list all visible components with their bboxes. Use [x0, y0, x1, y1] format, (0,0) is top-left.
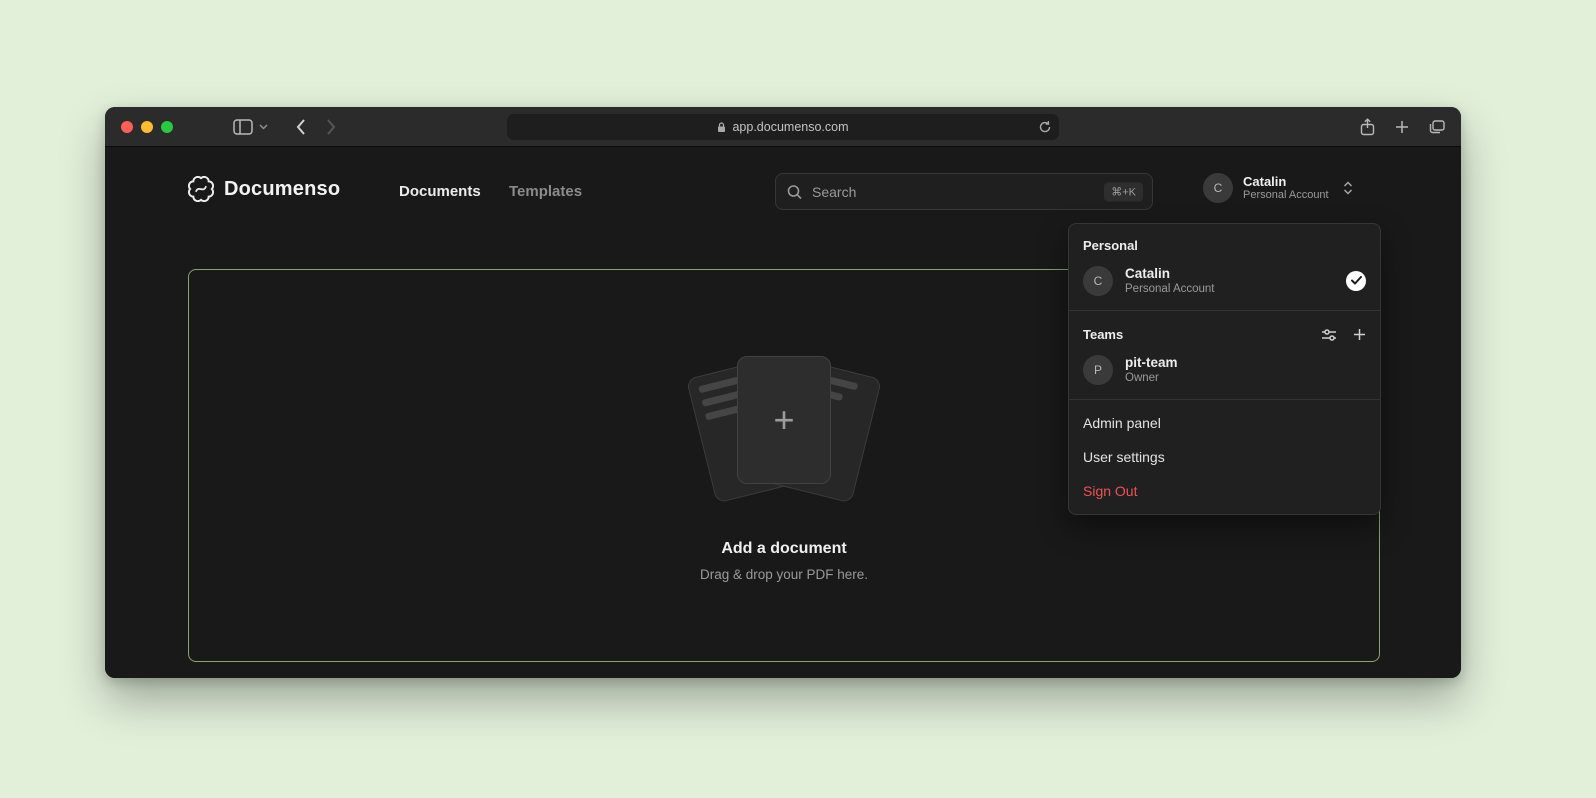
zoom-window-button[interactable] — [161, 121, 173, 133]
menu-section-personal: Personal — [1069, 228, 1380, 257]
search-shortcut-badge: ⌘+K — [1104, 182, 1143, 201]
menu-account-subtitle: Personal Account — [1125, 282, 1215, 296]
browser-titlebar: app.documenso.com — [105, 107, 1461, 147]
avatar: P — [1083, 355, 1113, 385]
avatar: C — [1083, 266, 1113, 296]
minimize-window-button[interactable] — [141, 121, 153, 133]
reload-button[interactable] — [1039, 121, 1051, 134]
search-box: ⌘+K — [775, 173, 1153, 210]
search-icon — [787, 184, 802, 199]
menu-item-user-settings[interactable]: User settings — [1069, 440, 1380, 474]
manage-teams-icon[interactable] — [1321, 328, 1337, 342]
titlebar-right-controls — [1360, 107, 1445, 147]
forward-button[interactable] — [326, 119, 336, 135]
chevron-up-down-icon — [1343, 181, 1353, 195]
brand-logo-link[interactable]: Documenso — [188, 176, 340, 202]
dropzone-subtitle: Drag & drop your PDF here. — [700, 567, 868, 582]
url-text: app.documenso.com — [732, 120, 848, 134]
new-tab-button[interactable] — [1395, 120, 1409, 134]
search-input[interactable] — [812, 174, 1092, 209]
sidebar-menu-chevron-icon[interactable] — [259, 124, 268, 130]
illustration-card-center: + — [737, 356, 831, 484]
desktop: app.documenso.com — [0, 0, 1596, 798]
browser-window: app.documenso.com — [105, 107, 1461, 678]
tab-overview-button[interactable] — [1429, 120, 1445, 134]
nav-item-documents[interactable]: Documents — [399, 183, 481, 200]
account-name: Catalin — [1243, 174, 1329, 189]
menu-item-personal-account[interactable]: C Catalin Personal Account — [1069, 257, 1380, 304]
menu-separator — [1069, 310, 1380, 311]
menu-separator — [1069, 399, 1380, 400]
team-role: Owner — [1125, 371, 1178, 385]
menu-item-team-pit-team[interactable]: P pit-team Owner — [1069, 346, 1380, 393]
share-button[interactable] — [1360, 118, 1375, 136]
menu-section-teams: Teams — [1069, 317, 1380, 346]
menu-account-name: Catalin — [1125, 265, 1215, 282]
app-content: Documenso Documents Templates ⌘+K C Cat — [105, 147, 1461, 678]
plus-icon: + — [773, 402, 794, 438]
selected-check-icon — [1346, 271, 1366, 291]
dropzone-title: Add a document — [721, 540, 846, 558]
account-dropdown-menu: Personal C Catalin Personal Account — [1068, 223, 1381, 515]
lock-icon — [717, 122, 726, 133]
documents-illustration: + — [654, 350, 914, 514]
sidebar-toggle-button[interactable] — [233, 119, 253, 135]
brand-name: Documenso — [224, 178, 340, 201]
documenso-logo-icon — [188, 176, 214, 202]
menu-item-sign-out[interactable]: Sign Out — [1069, 474, 1380, 508]
avatar: C — [1203, 173, 1233, 203]
account-menu-button[interactable]: C Catalin Personal Account — [1203, 173, 1353, 203]
menu-item-admin-panel[interactable]: Admin panel — [1069, 406, 1380, 440]
address-bar[interactable]: app.documenso.com — [507, 114, 1059, 140]
add-team-icon[interactable] — [1353, 328, 1366, 342]
close-window-button[interactable] — [121, 121, 133, 133]
team-name: pit-team — [1125, 354, 1178, 371]
back-button[interactable] — [296, 119, 306, 135]
teams-label: Teams — [1083, 327, 1123, 342]
traffic-lights — [121, 121, 173, 133]
account-subtitle: Personal Account — [1243, 189, 1329, 202]
nav-item-templates[interactable]: Templates — [509, 183, 582, 200]
